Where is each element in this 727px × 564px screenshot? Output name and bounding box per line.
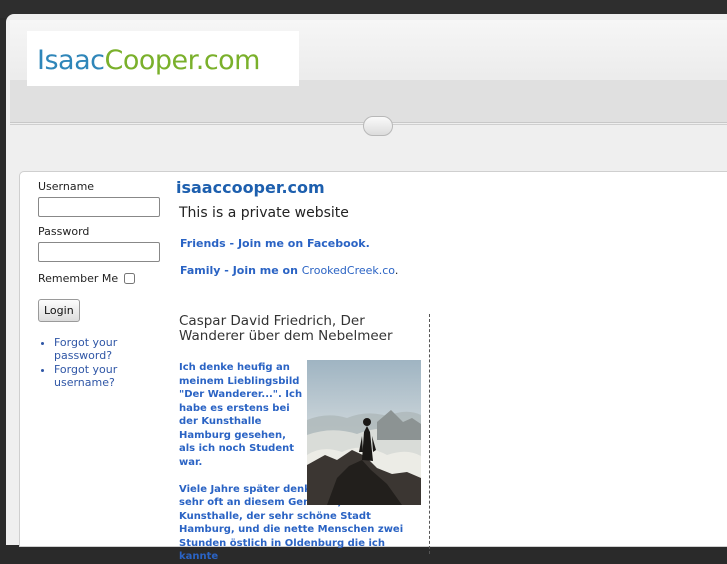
- logo-part-isaac: Isaac: [37, 45, 105, 76]
- content-panel: Username Password Remember Me Login Forg…: [19, 171, 727, 562]
- family-line: Family - Join me on CrookedCreek.co.: [180, 264, 398, 277]
- crookedcreek-link[interactable]: CrookedCreek.co: [302, 264, 395, 277]
- username-label: Username: [38, 180, 95, 193]
- logo-part-cooper: Cooper.com: [104, 45, 260, 76]
- article: Caspar David Friedrich, Der Wanderer übe…: [177, 313, 430, 562]
- username-input[interactable]: [38, 197, 160, 217]
- login-links: Forgot your password? Forgot your userna…: [38, 336, 178, 389]
- forgot-username-link[interactable]: Forgot your username?: [54, 363, 178, 389]
- password-label: Password: [38, 225, 90, 238]
- wanderer-painting-image: [307, 360, 421, 505]
- site-header: IsaacCooper.com: [10, 20, 727, 123]
- site-title[interactable]: isaaccooper.com: [176, 178, 325, 197]
- remember-me-row: Remember Me: [38, 272, 178, 285]
- divider-knob: [363, 116, 393, 136]
- friends-facebook-link[interactable]: Friends - Join me on Facebook.: [180, 237, 370, 250]
- logo-text: IsaacCooper.com: [37, 45, 260, 76]
- article-title: Caspar David Friedrich, Der Wanderer übe…: [179, 313, 393, 344]
- login-form: Username Password Remember Me Login Forg…: [38, 180, 178, 390]
- login-button[interactable]: Login: [38, 299, 80, 322]
- family-line-period: .: [394, 264, 399, 277]
- remember-me-label: Remember Me: [38, 272, 119, 285]
- forgot-password-link[interactable]: Forgot your password?: [54, 336, 178, 362]
- family-line-text: Family - Join me on: [180, 264, 302, 277]
- article-paragraph-1: Ich denke heufig an meinem Lieblingsbild…: [179, 362, 303, 468]
- remember-me-checkbox[interactable]: [124, 273, 136, 284]
- password-input[interactable]: [38, 242, 160, 262]
- site-logo[interactable]: IsaacCooper.com: [27, 31, 299, 86]
- private-website-text: This is a private website: [179, 205, 349, 221]
